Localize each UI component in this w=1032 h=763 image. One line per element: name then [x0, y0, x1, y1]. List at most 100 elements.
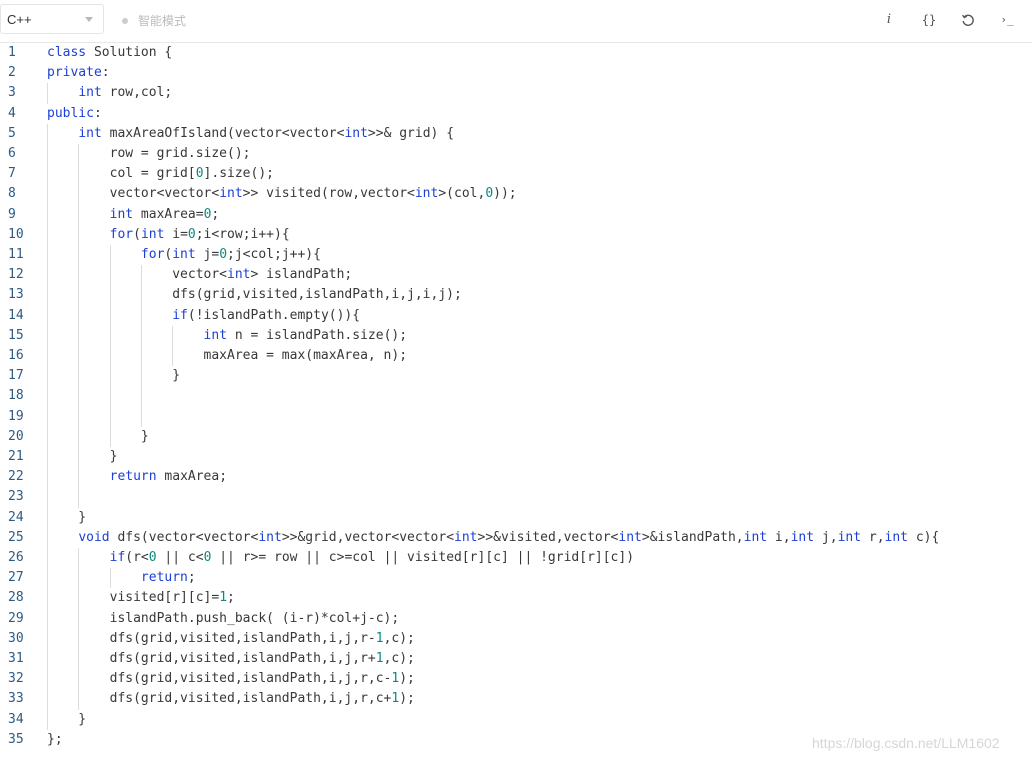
- code-token: i=: [164, 226, 188, 242]
- line-number: 15: [8, 327, 24, 343]
- code-line: int maxAreaOfIsland(vector<vector<int>>&…: [47, 124, 454, 144]
- status-dot-icon: [122, 17, 128, 24]
- terminal-icon[interactable]: ›_: [994, 9, 1020, 31]
- keyword-token: for: [109, 226, 134, 242]
- line-number: 34: [8, 711, 24, 727]
- code-line: dfs(grid,visited,islandPath,i,j,r-1,c);: [47, 629, 415, 649]
- code-line: }: [47, 710, 86, 730]
- braces-icon[interactable]: {}: [916, 9, 942, 31]
- code-token: j=: [195, 247, 220, 262]
- code-token: j,: [814, 529, 838, 545]
- smart-mode-toggle[interactable]: 智能模式: [122, 12, 186, 29]
- code-line: }: [47, 366, 180, 386]
- number-token: 1: [375, 651, 384, 666]
- code-token: );: [399, 691, 415, 707]
- code-line: vector<int> islandPath;: [47, 265, 352, 285]
- code-token: >>&grid,vector<vector<: [281, 529, 455, 545]
- code-token: ].size();: [203, 166, 274, 182]
- line-number: 11: [8, 247, 24, 262]
- reset-icon[interactable]: [955, 9, 981, 31]
- code-line: dfs(grid,visited,islandPath,i,j,r+1,c);: [47, 649, 415, 669]
- keyword-token: void: [78, 529, 110, 545]
- keyword-token: int: [258, 529, 282, 545]
- code-token: (r<: [125, 550, 149, 565]
- code-token: }: [47, 449, 118, 464]
- code-token: ,c);: [383, 651, 415, 666]
- line-number: 1: [8, 45, 16, 60]
- code-line: col = grid[0].size();: [47, 164, 274, 184]
- keyword-token: int: [414, 186, 439, 202]
- code-line: }: [47, 427, 149, 447]
- code-line: islandPath.push_back( (i-r)*col+j-c);: [47, 609, 400, 629]
- keyword-token: int: [78, 85, 102, 101]
- keyword-token: int: [743, 529, 768, 545]
- keyword-token: int: [790, 529, 815, 545]
- code-token: ;i<row;i++){: [195, 226, 290, 242]
- code-token: > islandPath;: [250, 267, 353, 283]
- code-line: int maxArea=0;: [47, 205, 220, 225]
- code-token: ;: [187, 570, 196, 586]
- line-number: 16: [8, 348, 24, 363]
- code-token: n = islandPath.size();: [227, 327, 408, 343]
- code-token: }: [47, 711, 87, 727]
- code-line: if(!islandPath.empty()){: [47, 306, 360, 326]
- number-token: 0: [195, 166, 204, 182]
- code-token: i,: [767, 529, 791, 545]
- code-token: r,: [861, 529, 885, 545]
- keyword-token: return: [109, 469, 157, 485]
- code-line: private:: [47, 63, 110, 83]
- line-number: 28: [8, 590, 24, 606]
- code-line: return;: [47, 568, 196, 588]
- code-token: vector<vector<: [47, 186, 220, 202]
- code-editor[interactable]: 1 2 3 4 5 6 7 8 9 10 11 12 13 14 15 16 17 18 19 20 21 22 23 24 2…: [0, 43, 1032, 763]
- code-token: dfs(grid,visited,islandPath,i,j,r,c-: [47, 671, 392, 687]
- keyword-token: int: [227, 267, 251, 283]
- code-token: ;j<col;j++){: [227, 247, 321, 262]
- info-icon[interactable]: i: [876, 9, 902, 31]
- code-token: :: [101, 65, 110, 81]
- watermark: https://blog.csdn.net/LLM1602: [812, 735, 1000, 751]
- code-line: vector<vector<int>> visited(row,vector<i…: [47, 184, 517, 204]
- code-line: };: [47, 730, 63, 750]
- code-token: }: [47, 428, 149, 444]
- line-number: 6: [8, 146, 16, 161]
- keyword-token: int: [78, 125, 102, 141]
- code-token: };: [47, 731, 63, 747]
- code-token: >> visited(row,vector<: [242, 186, 415, 202]
- code-token: ;: [211, 206, 220, 222]
- line-number: 3: [8, 85, 16, 101]
- language-select[interactable]: C++: [0, 4, 104, 34]
- line-number: 25: [8, 529, 24, 545]
- smart-mode-label: 智能模式: [138, 14, 187, 28]
- code-token: maxAreaOfIsland(vector<vector<: [101, 125, 345, 141]
- code-token: dfs(grid,visited,islandPath,i,j,r+: [47, 651, 376, 666]
- keyword-token: int: [172, 247, 196, 262]
- editor-toolbar: C++ 智能模式 i {} ›_: [0, 0, 1032, 43]
- keyword-token: private: [47, 65, 102, 81]
- keyword-token: if: [109, 550, 126, 565]
- keyword-token: class: [47, 45, 87, 60]
- line-number: 27: [8, 570, 24, 586]
- indent-guide: [172, 325, 174, 367]
- line-number: 2: [8, 65, 16, 81]
- line-number: 13: [8, 287, 24, 303]
- code-line: class Solution {: [47, 43, 172, 63]
- code-token: islandPath.push_back( (i-r)*col+j-c);: [47, 610, 400, 626]
- code-line: dfs(grid,visited,islandPath,i,j,r,c+1);: [47, 689, 415, 709]
- line-number: 30: [8, 630, 24, 646]
- line-number: 14: [8, 307, 24, 323]
- line-number: 10: [8, 226, 24, 242]
- code-line: public:: [47, 104, 102, 124]
- code-line: for(int j=0;j<col;j++){: [47, 245, 321, 265]
- code-line: int n = islandPath.size();: [47, 326, 408, 346]
- code-token: visited[r][c]=: [47, 590, 220, 606]
- keyword-token: int: [219, 186, 243, 202]
- keyword-token: int: [884, 529, 909, 545]
- indent-guide: [78, 548, 80, 710]
- line-number: 4: [8, 105, 16, 121]
